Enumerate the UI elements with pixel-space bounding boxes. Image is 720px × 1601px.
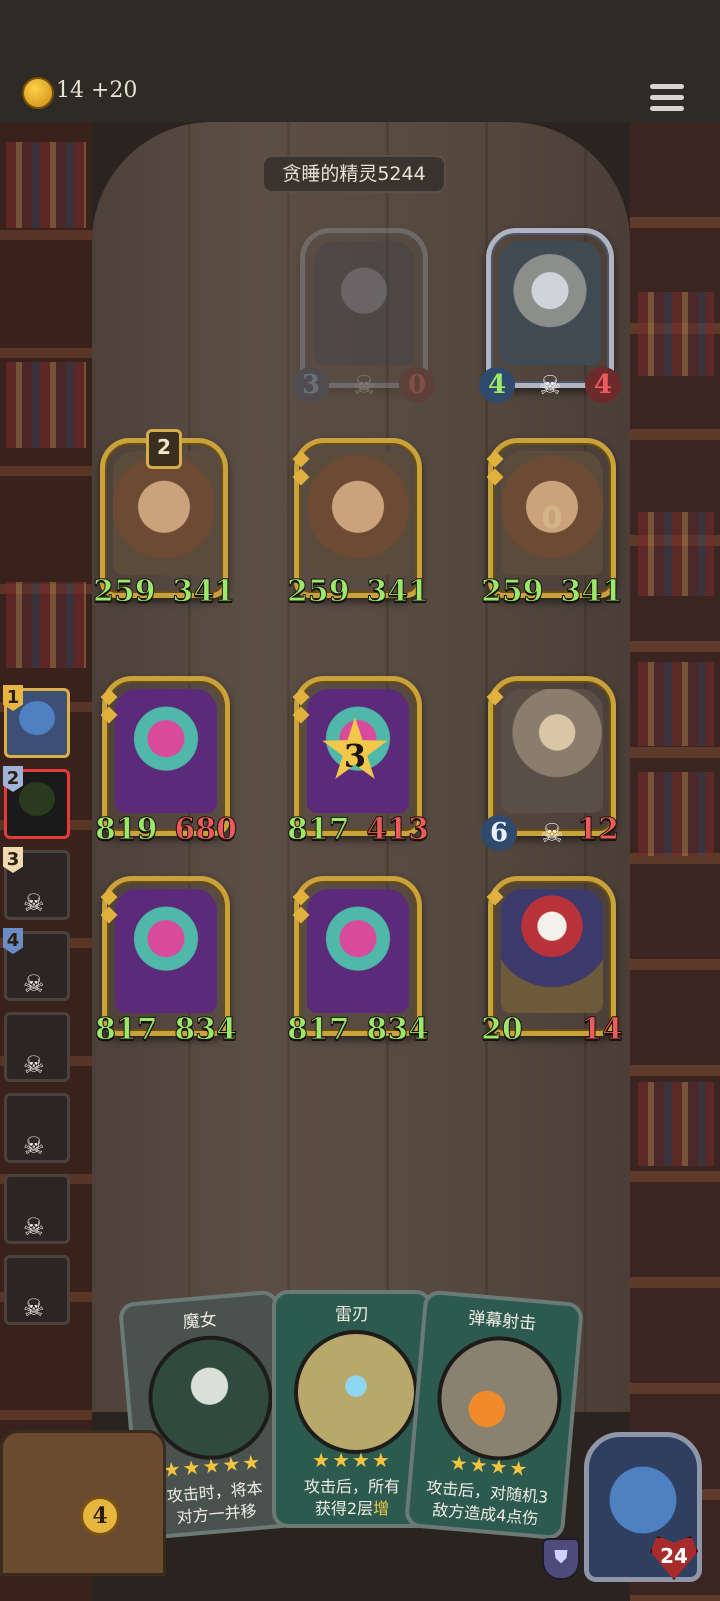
ogre-health: 341: [560, 574, 624, 610]
snake-attack: 817: [287, 812, 351, 848]
skull-icon: ☠: [23, 1213, 45, 1241]
crown-coin-icon: [22, 77, 54, 109]
queue-item[interactable]: 4 ☠: [3, 928, 70, 1001]
clown-attack: 20: [481, 1012, 524, 1048]
hand-card-barrage[interactable]: 弹幕射击 ★★★★ 攻击后，对随机3 敌方造成4点伤: [403, 1289, 585, 1541]
ogre-attack: 259: [287, 574, 351, 610]
snake-card-4[interactable]: 817 834: [287, 876, 429, 1048]
robot-health: 4: [585, 367, 621, 403]
snake-card-3[interactable]: 817 834: [95, 876, 237, 1048]
snake-attack: 819: [95, 812, 159, 848]
ghost-attack: 3: [293, 367, 329, 403]
card-title: 弹幕射击: [467, 1308, 537, 1335]
rocket-card[interactable]: 6 ☠ 12: [481, 676, 619, 851]
card-description: 攻击后，所有 获得2层增: [303, 1477, 400, 1518]
snake-attack: 817: [95, 1012, 159, 1048]
ghost-health: 0: [399, 367, 435, 403]
card-title: 雷刃: [335, 1305, 369, 1325]
right-bookshelf: [630, 122, 720, 1601]
queue-item[interactable]: 1: [3, 685, 70, 758]
ogre-card-2[interactable]: 259 341: [287, 438, 429, 610]
skull-icon: ☠: [23, 1051, 45, 1079]
snake-card-2[interactable]: 3 817 413: [287, 676, 429, 848]
enemy-ghost-card: 3 ☠ 0: [293, 228, 435, 403]
skull-icon: ☠: [23, 889, 45, 917]
card-description: 攻击时，将本 对方一并移: [166, 1478, 264, 1528]
queue-item[interactable]: ☠: [4, 1093, 70, 1163]
card-art: [294, 1330, 418, 1454]
ogre-health: 341: [172, 574, 236, 610]
skull-icon: ☠: [352, 371, 376, 401]
skull-icon: ☠: [540, 819, 564, 849]
skull-icon: ☠: [538, 371, 562, 401]
rocket-attack: 6: [481, 815, 517, 851]
gold-income: +20: [91, 78, 138, 103]
snake-card-1[interactable]: 819 680: [95, 676, 237, 848]
ogre-health: 341: [366, 574, 430, 610]
turn-order-queue: 1 2 3 ☠ 4 ☠ ☠ ☠ ☠ ☠: [3, 685, 70, 1336]
rarity-stars: ★★★★: [312, 1448, 392, 1472]
clown-health: 14: [581, 1012, 624, 1048]
ogre-card-3[interactable]: 0 259 341: [481, 438, 623, 610]
ogre-attack: 259: [93, 574, 157, 610]
menu-icon[interactable]: [650, 84, 684, 116]
snake-attack: 817: [287, 1012, 351, 1048]
clown-card[interactable]: 20 14: [481, 876, 623, 1048]
card-description: 攻击后，对随机3 敌方造成4点伤: [425, 1477, 549, 1529]
robot-attack: 4: [479, 367, 515, 403]
avatar: [19, 782, 55, 816]
gold-amount: 14: [56, 78, 84, 103]
gold-counter: 14 +20: [56, 78, 137, 103]
skull-icon: ☠: [23, 970, 45, 998]
skull-icon: ☠: [23, 1132, 45, 1160]
avatar: [19, 701, 55, 735]
queue-item[interactable]: 3 ☠: [3, 847, 70, 920]
card-art: [432, 1331, 567, 1466]
snake-health: 834: [174, 1012, 238, 1048]
queue-item[interactable]: 2: [3, 766, 70, 839]
energy-counter: 4: [80, 1496, 120, 1536]
opponent-name: 贪睡的精灵5244: [282, 163, 426, 185]
snake-health: 680: [174, 812, 238, 848]
ogre-card-1[interactable]: 2 259 341: [93, 429, 235, 610]
enemy-robot-card[interactable]: 4 ☠ 4: [479, 228, 621, 403]
skull-icon: ☠: [23, 1294, 45, 1322]
snake-health: 834: [366, 1012, 430, 1048]
top-bar: 14 +20: [0, 0, 720, 122]
queue-item[interactable]: ☠: [4, 1174, 70, 1244]
shield-counter: 0: [541, 501, 563, 536]
card-title: 魔女: [182, 1309, 218, 1333]
ogre-attack: 259: [481, 574, 545, 610]
rocket-health: 12: [577, 812, 620, 848]
snake-health: 413: [366, 812, 430, 848]
queue-item[interactable]: ☠: [4, 1255, 70, 1325]
opponent-name-plate: 贪睡的精灵5244: [262, 155, 446, 193]
queue-item[interactable]: ☠: [4, 1012, 70, 1082]
shield-icon[interactable]: ⛊: [542, 1538, 580, 1580]
level-badge: 2: [146, 429, 182, 469]
